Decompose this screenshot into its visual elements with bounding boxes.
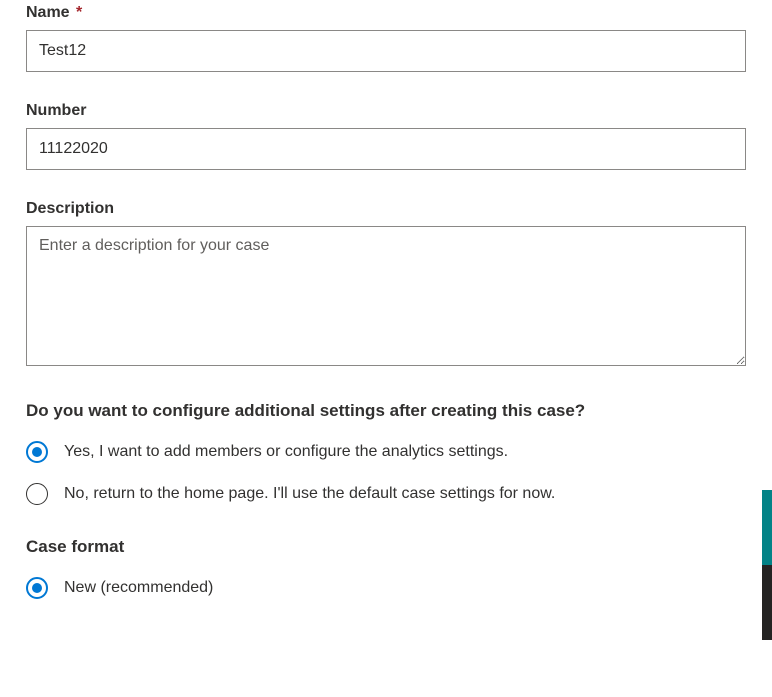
number-field-group: Number: [26, 102, 746, 170]
number-input[interactable]: [26, 128, 746, 170]
radio-option-new[interactable]: New (recommended): [26, 577, 746, 599]
case-format-heading: Case format: [26, 537, 746, 557]
radio-label-no: No, return to the home page. I'll use th…: [64, 485, 555, 503]
radio-button-no[interactable]: [26, 483, 48, 505]
radio-label-new: New (recommended): [64, 579, 213, 597]
radio-label-yes: Yes, I want to add members or configure …: [64, 443, 508, 461]
description-field-group: Description: [26, 200, 746, 371]
radio-option-yes[interactable]: Yes, I want to add members or configure …: [26, 441, 746, 463]
name-field-group: Name *: [26, 4, 746, 72]
name-label-text: Name: [26, 4, 70, 21]
side-accent-dark: [762, 565, 772, 640]
additional-settings-group: Do you want to configure additional sett…: [26, 401, 746, 505]
radio-option-no[interactable]: No, return to the home page. I'll use th…: [26, 483, 746, 505]
description-label: Description: [26, 200, 746, 218]
number-label: Number: [26, 102, 746, 120]
radio-button-new[interactable]: [26, 577, 48, 599]
radio-button-yes[interactable]: [26, 441, 48, 463]
radio-dot-icon: [32, 447, 42, 457]
description-textarea[interactable]: [26, 226, 746, 366]
required-indicator: *: [76, 4, 82, 21]
side-accent-teal: [762, 490, 772, 565]
additional-settings-heading: Do you want to configure additional sett…: [26, 401, 746, 421]
case-format-group: Case format New (recommended): [26, 537, 746, 599]
radio-dot-icon: [32, 583, 42, 593]
name-label: Name *: [26, 4, 746, 22]
name-input[interactable]: [26, 30, 746, 72]
